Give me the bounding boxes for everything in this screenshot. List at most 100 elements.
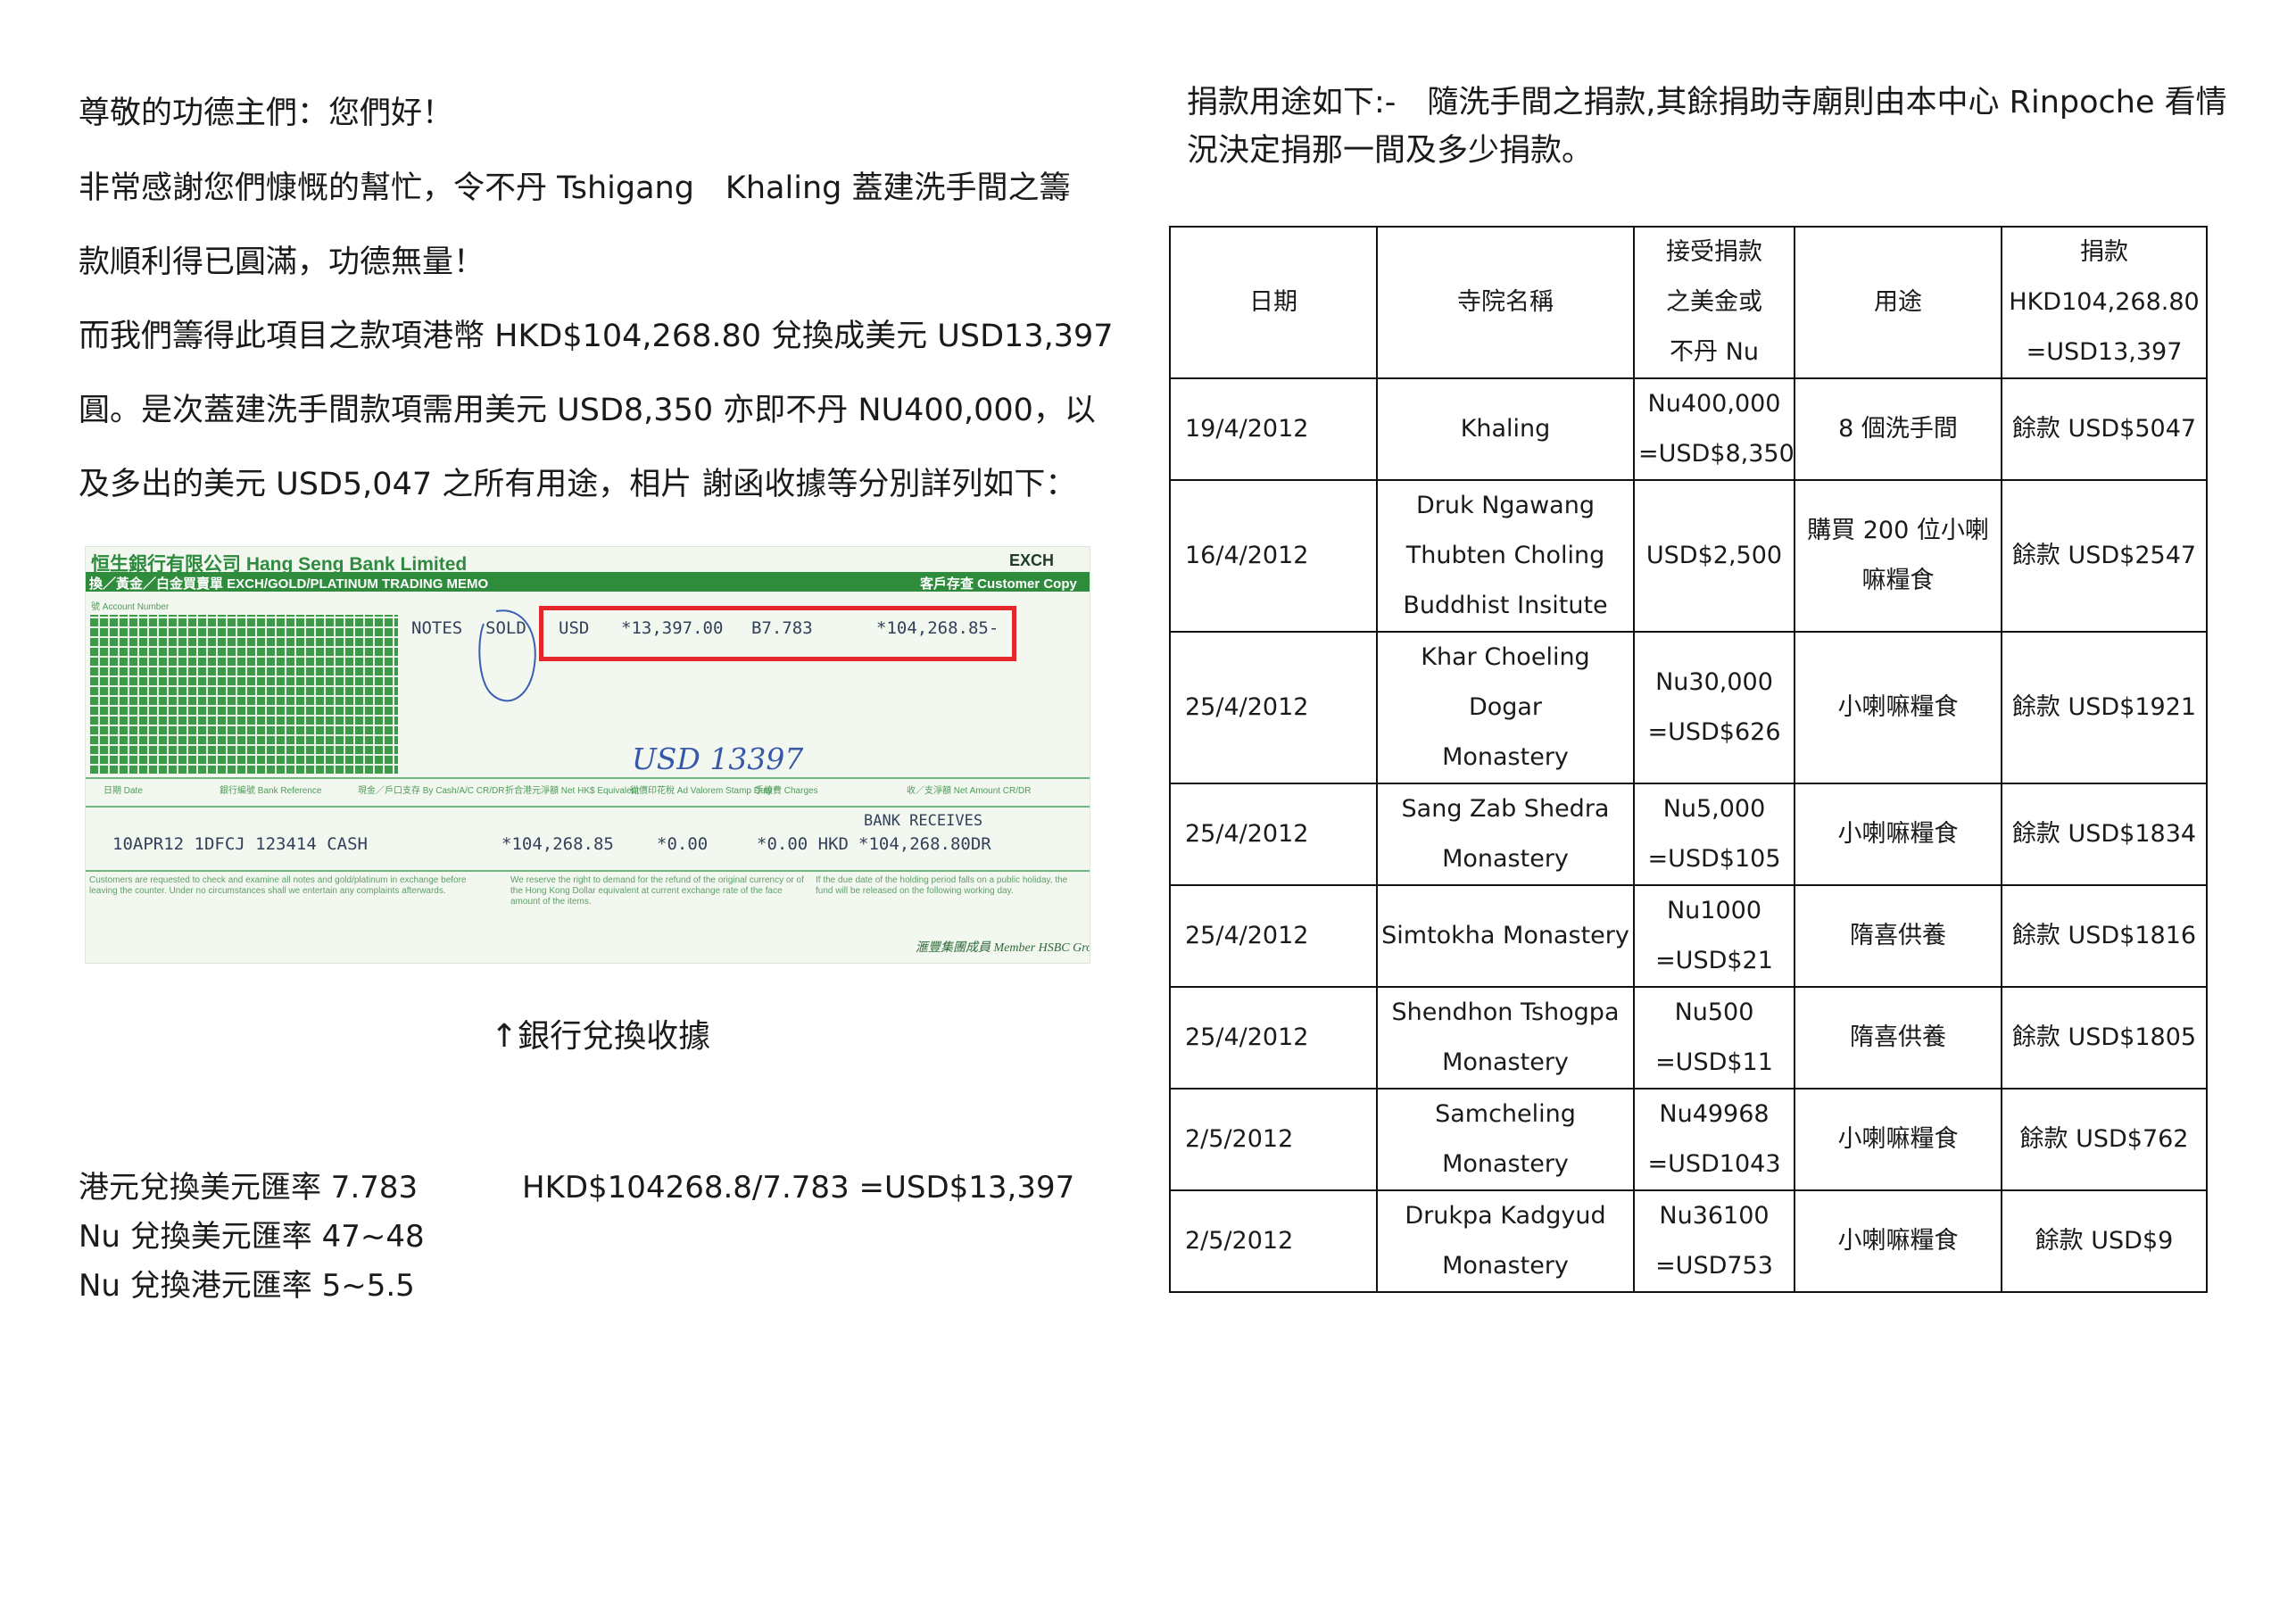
cell-temple-line: Buddhist Insitute (1403, 592, 1608, 619)
header-donation-line: HKD104,268.80 (2009, 288, 2200, 316)
cell-temple-line: Samcheling (1435, 1100, 1576, 1128)
receipt-title-band: 換／黃金／白金買賣單 EXCH/GOLD/PLATINUM TRADING ME… (86, 572, 1090, 592)
header-donation-line: 捐款 (2080, 238, 2128, 266)
rate-formula: HKD$104268.8/7.783 =USD$13,397 (522, 1170, 1075, 1206)
cell-purpose-line: 嘛糧食 (1861, 567, 1935, 594)
bank-exchange-receipt: 恒生銀行有限公司 Hang Seng Bank Limited EXCH 換／黃… (85, 546, 1090, 964)
receipt-col-stamp: 從價印花稅 Ad Valorem Stamp Duty (630, 786, 773, 796)
cell-received-line: =USD753 (1655, 1252, 1773, 1280)
receipt-col-ref: 銀行編號 Bank Reference (220, 786, 322, 796)
cell-received: Nu36100 =USD753 (1633, 1189, 1795, 1293)
cell-date: 25/4/2012 (1169, 631, 1378, 784)
receipt-copy-label: 客戶存查 Customer Copy (920, 576, 1077, 592)
cell-received-line: Nu30,000 (1655, 668, 1773, 696)
cell-temple-line: Monastery (1442, 1252, 1569, 1280)
cell-temple: Simtokha Monastery (1376, 884, 1635, 988)
cell-received: Nu5,000 =USD$105 (1633, 783, 1795, 886)
table-body: 19/4/2012 Khaling Nu400,000 =USD$8,350 8 個洗手… (1169, 377, 2208, 1293)
cell-received: Nu1000 =USD$21 (1633, 884, 1795, 988)
cell-received-line: =USD$105 (1647, 845, 1781, 873)
cell-received-line: Nu1000 (1666, 897, 1762, 924)
header-received-line: 不丹 Nu (1670, 338, 1759, 366)
cell-temple: Khar Choeling Dogar Monastery (1376, 631, 1635, 784)
receipt-bank-receives: BANK RECEIVES (864, 812, 983, 830)
cell-purpose: 小喇嘛糧食 (1794, 631, 2002, 784)
receipt-row-stamp: *0.00 (657, 834, 709, 854)
cell-temple-line: Monastery (1442, 845, 1569, 873)
cell-temple: Khaling (1376, 377, 1635, 481)
cell-purpose: 購買 200 位小喇 嘛糧食 (1794, 479, 2002, 633)
cell-balance: 餘款 USD$1805 (2001, 986, 2208, 1090)
table-header-row: 日期 寺院名稱 接受捐款 之美金或 不丹 Nu 用途 捐款 HKD104,268… (1169, 226, 2208, 379)
cell-received-line: Nu500 (1674, 998, 1754, 1026)
cell-received-line: =USD1043 (1647, 1150, 1781, 1178)
greeting-line: 尊敬的功德主們：您們好！ (79, 95, 454, 131)
header-received-line: 之美金或 (1666, 288, 1762, 316)
cell-date: 2/5/2012 (1169, 1189, 1378, 1293)
cell-temple-line: Monastery (1442, 743, 1569, 771)
cell-purpose-line: 小喇嘛糧食 (1837, 1227, 1959, 1255)
receipt-account-grid (90, 615, 398, 774)
receipt-rate: B7.783 (751, 618, 813, 638)
table-row: 2/5/2012 Drukpa Kadgyud Monastery Nu36100 =U… (1169, 1189, 2208, 1293)
receipt-fine-print: Customers are requested to check and exa… (89, 875, 467, 896)
cell-received-line: =USD$626 (1647, 718, 1781, 746)
letter-line: 非常感謝您們慷慨的幫忙，令不丹 Tshigang Khaling 蓋建洗手間之籌 (79, 170, 1071, 206)
receipt-col-cash: 現金／戶口支存 By Cash/A/C CR/DR (358, 786, 505, 796)
receipt-fine-print: If the due date of the holding period fa… (816, 875, 1068, 896)
cell-received-line: Nu5,000 (1662, 795, 1766, 823)
cell-temple-line: Khaling (1460, 415, 1551, 443)
letter-line: 及多出的美元 USD5,047 之所有用途，相片 謝函收據等分別詳列如下： (79, 467, 1077, 502)
cell-received: Nu49968 =USD1043 (1633, 1088, 1795, 1191)
header-received: 接受捐款 之美金或 不丹 Nu (1633, 226, 1795, 379)
cell-purpose: 小喇嘛糧食 (1794, 1189, 2002, 1293)
cell-received-line: Nu36100 (1659, 1202, 1770, 1230)
cell-temple-line: Drukpa Kadgyud (1405, 1202, 1606, 1230)
cell-temple-line: Sang Zab Shedra (1401, 795, 1610, 823)
cell-balance: 餘款 USD$1834 (2001, 783, 2208, 886)
cell-date: 25/4/2012 (1169, 884, 1378, 988)
receipt-row-charges: *0.00 HKD (757, 834, 849, 854)
table-row: 2/5/2012 Samcheling Monastery Nu49968 =USD10… (1169, 1088, 2208, 1191)
receipt-col-net: 折合港元淨額 Net HK$ Equivalent (505, 786, 640, 796)
cell-balance: 餘款 USD$5047 (2001, 377, 2208, 481)
cell-temple-line: Shendhon Tshogpa (1391, 998, 1620, 1026)
receipt-notes: NOTES (411, 618, 463, 638)
handwritten-note: USD 13397 (632, 742, 804, 776)
cell-received-line: =USD$21 (1655, 947, 1773, 974)
receipt-account-label: 號 Account Number (91, 602, 170, 612)
header-received-line: 接受捐款 (1666, 238, 1762, 266)
receipt-member-hsbc: 滙豐集團成員 Member HSBC Group (916, 941, 1090, 955)
receipt-fine-print: We reserve the right to demand for the r… (510, 875, 804, 907)
cell-purpose-line: 隋喜供養 (1850, 922, 1946, 949)
cell-temple-line: Simtokha Monastery (1381, 922, 1629, 949)
receipt-row-net: *104,268.85 (501, 834, 614, 854)
cell-temple-line: Khar Choeling Dogar (1421, 643, 1590, 721)
letter-line: 款順利得已圓滿，功德無量！ (79, 244, 485, 280)
cell-purpose-line: 隋喜供養 (1850, 1023, 1946, 1051)
receipt-divider (86, 777, 1090, 779)
cell-temple: Samcheling Monastery (1376, 1088, 1635, 1191)
cell-date: 2/5/2012 (1169, 1088, 1378, 1191)
usage-intro-line: 捐款用途如下:- 隨洗手間之捐款,其餘捐助寺廟則由本中心 Rinpoche 看情 (1187, 85, 2227, 120)
cell-received: Nu500 =USD$11 (1633, 986, 1795, 1090)
cell-balance: 餘款 USD$1921 (2001, 631, 2208, 784)
cell-date: 25/4/2012 (1169, 986, 1378, 1090)
table-row: 25/4/2012 Shendhon Tshogpa Monastery Nu500 =… (1169, 986, 2208, 1090)
table-row: 25/4/2012 Sang Zab Shedra Monastery Nu5,000… (1169, 783, 2208, 886)
cell-received-line: =USD$11 (1655, 1048, 1773, 1076)
receipt-tag: EXCH (1009, 551, 1055, 569)
letter-line: 圓。是次蓋建洗手間款項需用美元 USD8,350 亦即不丹 NU400,000，… (79, 393, 1096, 428)
cell-received: Nu30,000 =USD$626 (1633, 631, 1795, 784)
cell-purpose: 隋喜供養 (1794, 986, 2002, 1090)
cell-temple-line: Druk Ngawang (1416, 492, 1595, 519)
receipt-caption: ↑銀行兌換收據 (491, 1018, 711, 1055)
cell-balance: 餘款 USD$762 (2001, 1088, 2208, 1191)
cell-temple: Druk Ngawang Thubten Choling Buddhist Insi… (1376, 479, 1635, 633)
cell-purpose-line: 購買 200 位小喇 (1807, 517, 1989, 544)
cell-purpose-line: 小喇嘛糧食 (1837, 1125, 1959, 1153)
cell-purpose: 小喇嘛糧食 (1794, 1088, 2002, 1191)
receipt-divider (86, 870, 1090, 872)
cell-purpose: 8 個洗手間 (1794, 377, 2002, 481)
header-donation-line: =USD13,397 (2026, 338, 2183, 366)
